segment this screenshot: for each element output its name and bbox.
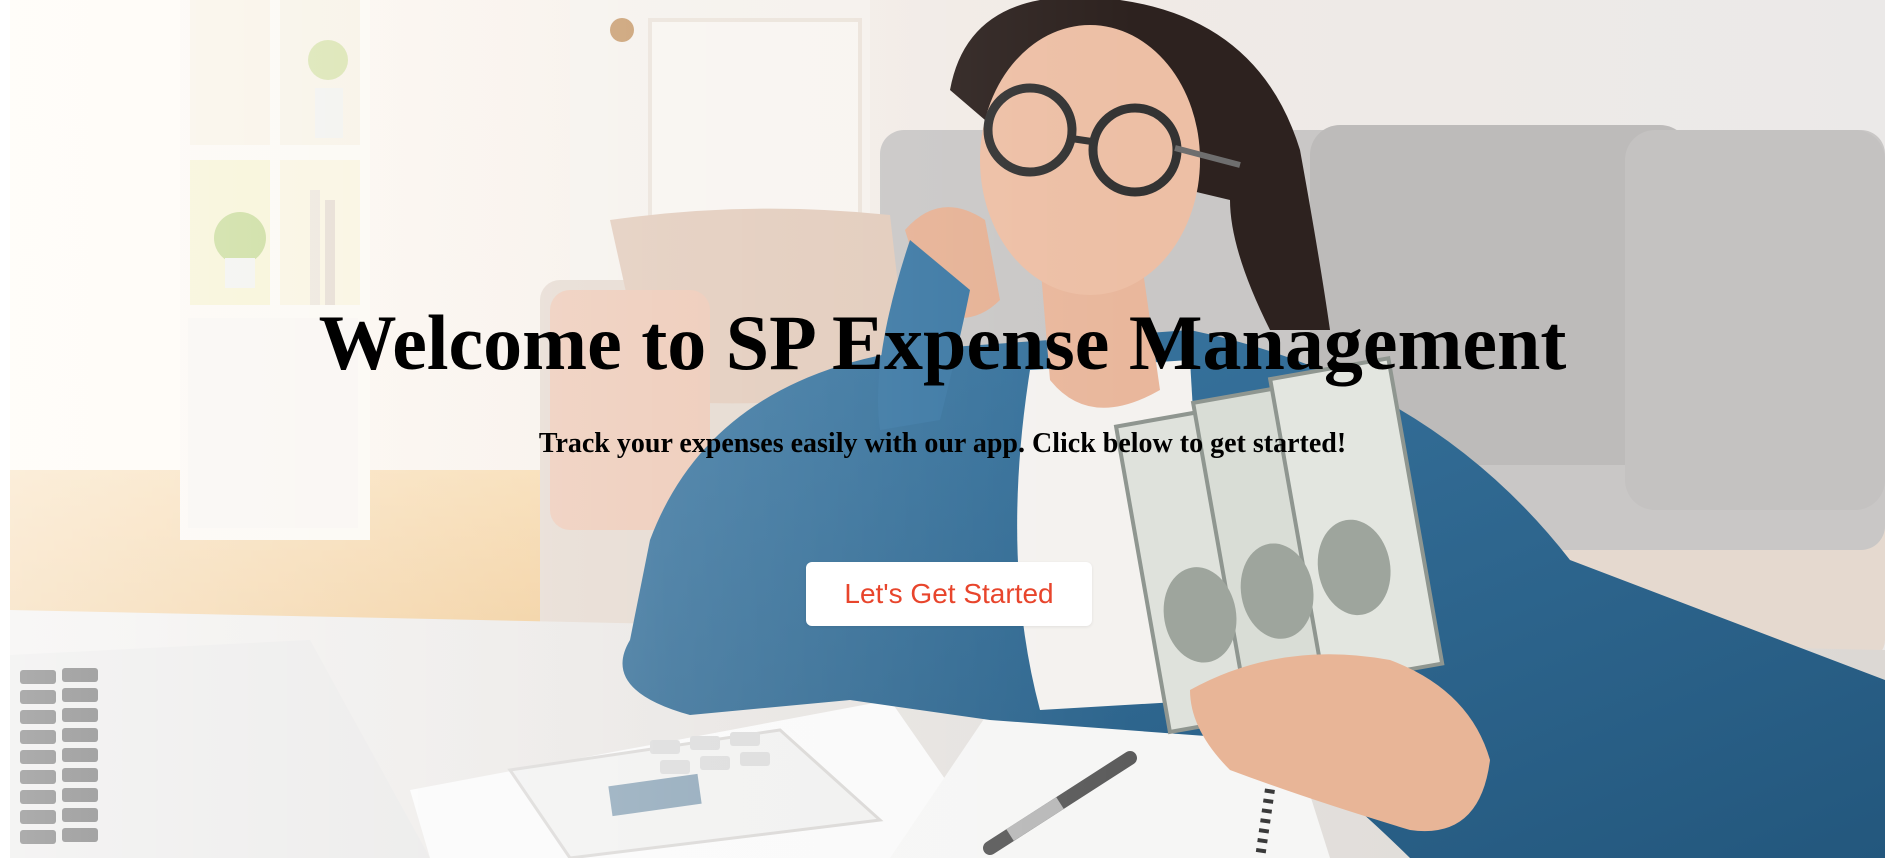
hero-subtitle: Track your expenses easily with our app.…: [538, 428, 1347, 459]
hero-title: Welcome to SP Expense Management: [318, 299, 1567, 386]
get-started-button[interactable]: Let's Get Started: [806, 562, 1092, 626]
